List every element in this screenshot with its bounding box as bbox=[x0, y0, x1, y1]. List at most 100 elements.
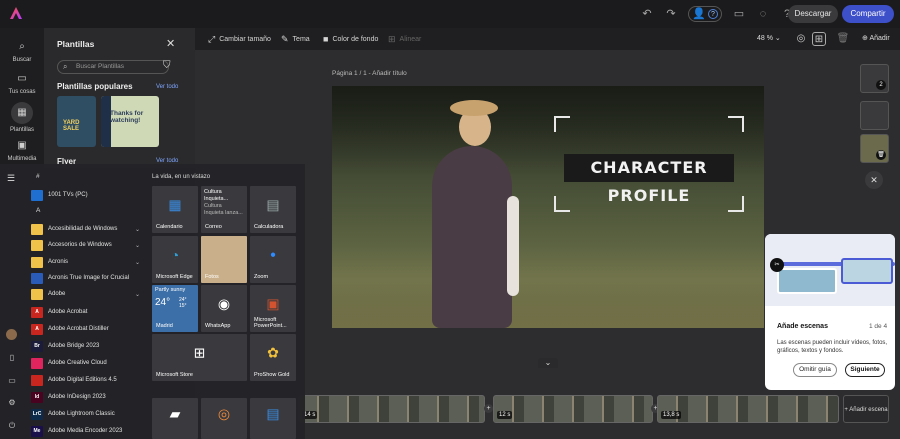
power-icon[interactable]: ⏻ bbox=[7, 421, 17, 431]
search-input[interactable]: ⌕ Buscar Plantillas bbox=[57, 60, 169, 74]
letter-header[interactable]: A bbox=[36, 207, 40, 214]
headline-frame[interactable]: CHARACTER PROFILE bbox=[554, 116, 744, 212]
grid-view-icon[interactable]: ⊞ bbox=[812, 32, 826, 46]
collaborators-button[interactable]: 👤 ? bbox=[688, 6, 722, 22]
theme-button[interactable]: ✎ Tema bbox=[281, 34, 310, 45]
tile-mail[interactable]: Cultura Inquieta... Cultura Inquieta lan… bbox=[201, 186, 247, 233]
avatar[interactable] bbox=[6, 329, 17, 340]
app-list-item[interactable]: Acronis ⌄ bbox=[25, 254, 150, 270]
design-canvas[interactable]: CHARACTER PROFILE bbox=[332, 86, 764, 328]
settings-gear-icon[interactable]: ⚙ bbox=[7, 398, 17, 408]
adobe-express-logo-icon[interactable] bbox=[9, 6, 23, 20]
rail-item-media[interactable]: ▣ Multimedia bbox=[0, 139, 44, 162]
app-list-item[interactable]: A Adobe Acrobat Distiller bbox=[25, 321, 150, 337]
tile-app-1[interactable]: ▰ bbox=[152, 398, 198, 439]
share-button[interactable]: Compartir bbox=[842, 5, 894, 23]
tile-zoom[interactable]: ● Zoom bbox=[250, 236, 296, 283]
template-thumb-yard-sale[interactable]: YARD SALE bbox=[57, 96, 96, 147]
redo-icon[interactable]: ↷ bbox=[664, 7, 678, 21]
tile-photos[interactable]: Fotos bbox=[201, 236, 247, 283]
app-label: Adobe InDesign 2023 bbox=[48, 394, 106, 400]
app-list-item[interactable]: A Adobe Acrobat bbox=[25, 304, 150, 320]
tile-app-2[interactable]: ◎ bbox=[201, 398, 247, 439]
tile-edge[interactable]: ◔ Microsoft Edge bbox=[152, 236, 198, 283]
tile-weather[interactable]: Partly sunny 24° 24° 15° Madrid bbox=[152, 285, 198, 332]
tile-powerpoint[interactable]: ▣ Microsoft PowerPoint... bbox=[250, 285, 296, 332]
page-label[interactable]: Página 1 / 1 - Añadir título bbox=[332, 70, 407, 77]
timeline-scene[interactable]: 12 s bbox=[493, 395, 653, 423]
add-scene-plus-icon[interactable]: + bbox=[484, 404, 493, 413]
media-player-icon: ◎ bbox=[217, 405, 231, 422]
page-thumb-2[interactable] bbox=[860, 101, 889, 130]
app-list-item[interactable]: Acronis True Image for Crucial bbox=[25, 270, 150, 286]
popover-title: Añade escenas bbox=[777, 323, 828, 330]
headline-text[interactable]: CHARACTER PROFILE bbox=[564, 154, 734, 205]
app-label: Adobe Digital Editions 4.5 bbox=[48, 377, 117, 383]
chat-icon[interactable]: ◌ bbox=[756, 7, 770, 21]
folder-icon: ▭ bbox=[17, 73, 27, 84]
hamburger-menu-icon[interactable]: ☰ bbox=[7, 173, 15, 184]
undo-icon[interactable]: ↶ bbox=[640, 7, 654, 21]
rail-item-your-stuff[interactable]: ▭ Tus cosas bbox=[0, 72, 44, 95]
chevron-down-icon[interactable]: ⌄ bbox=[538, 358, 558, 368]
see-all-link[interactable]: Ver todo bbox=[156, 84, 178, 90]
tile-label: Madrid bbox=[156, 323, 173, 329]
delete-icon[interactable]: 🗑 bbox=[876, 150, 886, 160]
layers-icon[interactable]: ◎ bbox=[794, 32, 808, 46]
app-list-item[interactable]: Adobe Digital Editions 4.5 bbox=[25, 372, 150, 388]
page-thumb-3[interactable]: 🗑 bbox=[860, 134, 889, 163]
tile-label: WhatsApp bbox=[205, 323, 231, 329]
popover-step: 1 de 4 bbox=[869, 323, 888, 330]
filter-icon[interactable]: ⛉ bbox=[163, 60, 171, 71]
add-scene-button[interactable]: + Añadir escena bbox=[843, 395, 889, 423]
rail-item-templates[interactable]: ▦ Plantillas bbox=[0, 102, 44, 133]
tile-app-3[interactable]: ▤ bbox=[250, 398, 296, 439]
timeline-scene[interactable]: 14 s bbox=[298, 395, 485, 423]
chevron-down-icon[interactable]: ⌄ bbox=[135, 291, 140, 298]
app-list-item[interactable]: Br Adobe Bridge 2023 bbox=[25, 338, 150, 354]
resize-button[interactable]: ⤢ Cambiar tamaño bbox=[208, 34, 271, 45]
search-icon: ⌕ bbox=[63, 62, 68, 71]
chevron-down-icon[interactable]: ⌄ bbox=[135, 226, 140, 233]
onboarding-popover: ✂ Añade escenas 1 de 4 Las escenas puede… bbox=[765, 234, 895, 390]
top-bar: ↶ ↷ 👤 ? ▭ ◌ ? Descargar Compartir bbox=[0, 0, 900, 28]
app-list-item[interactable]: Accesibilidad de Windows ⌄ bbox=[25, 221, 150, 237]
rail-label: Tus cosas bbox=[8, 89, 36, 95]
tile-calculator[interactable]: ▤ Calculadora bbox=[250, 186, 296, 233]
woman-hat bbox=[450, 100, 498, 116]
chevron-down-icon[interactable]: ⌄ bbox=[135, 259, 140, 266]
pictures-icon[interactable]: ▭ bbox=[7, 376, 17, 386]
zoom-select[interactable]: 48 % ⌄ bbox=[757, 34, 781, 42]
timeline-scene[interactable]: 13,8 s bbox=[657, 395, 839, 423]
rail-item-search[interactable]: ⌕ Buscar bbox=[0, 40, 44, 63]
page-thumb-1[interactable]: 2 bbox=[860, 64, 889, 93]
background-color-button[interactable]: ■ Color de fondo bbox=[323, 34, 378, 44]
chevron-down-icon[interactable]: ⌄ bbox=[135, 242, 140, 249]
bridge-icon: Br bbox=[31, 340, 43, 352]
close-icon[interactable]: ✕ bbox=[166, 37, 175, 50]
download-button[interactable]: Descargar bbox=[788, 5, 838, 23]
tile-whatsapp[interactable]: ◉ WhatsApp bbox=[201, 285, 247, 332]
tile-calendar[interactable]: ▦ Calendario bbox=[152, 186, 198, 233]
weather-low: 15° bbox=[179, 303, 187, 309]
page-count-badge: 2 bbox=[876, 80, 886, 90]
app-list-item[interactable]: Id Adobe InDesign 2023 bbox=[25, 389, 150, 405]
comment-icon[interactable]: ▭ bbox=[732, 7, 746, 21]
close-icon[interactable]: ✕ bbox=[865, 171, 883, 189]
document-icon[interactable]: ▯ bbox=[7, 353, 17, 363]
app-list-item[interactable]: 1001 TVs (PC) bbox=[25, 187, 150, 203]
align-button[interactable]: ⊞ Alinear bbox=[388, 34, 421, 45]
next-button[interactable]: Siguiente bbox=[845, 363, 885, 377]
app-list-item[interactable]: LrC Adobe Lightroom Classic bbox=[25, 406, 150, 422]
app-list-item[interactable]: Me Adobe Media Encoder 2023 bbox=[25, 423, 150, 439]
add-button[interactable]: ⊕ Añadir bbox=[862, 34, 890, 42]
tile-store[interactable]: ⊞ Microsoft Store bbox=[152, 334, 247, 381]
template-thumb-thanks[interactable]: Thanks for watching! bbox=[101, 96, 159, 147]
letter-header[interactable]: # bbox=[36, 173, 40, 180]
app-list-item[interactable]: Adobe ⌄ bbox=[25, 286, 150, 302]
app-list-item[interactable]: Adobe Creative Cloud bbox=[25, 355, 150, 371]
app-list-item[interactable]: Accesorios de Windows ⌄ bbox=[25, 237, 150, 253]
tile-proshow[interactable]: ✿ ProShow Gold bbox=[250, 334, 296, 381]
skip-guide-button[interactable]: Omitir guía bbox=[793, 363, 837, 377]
delete-icon[interactable]: 🗑 bbox=[836, 32, 850, 46]
